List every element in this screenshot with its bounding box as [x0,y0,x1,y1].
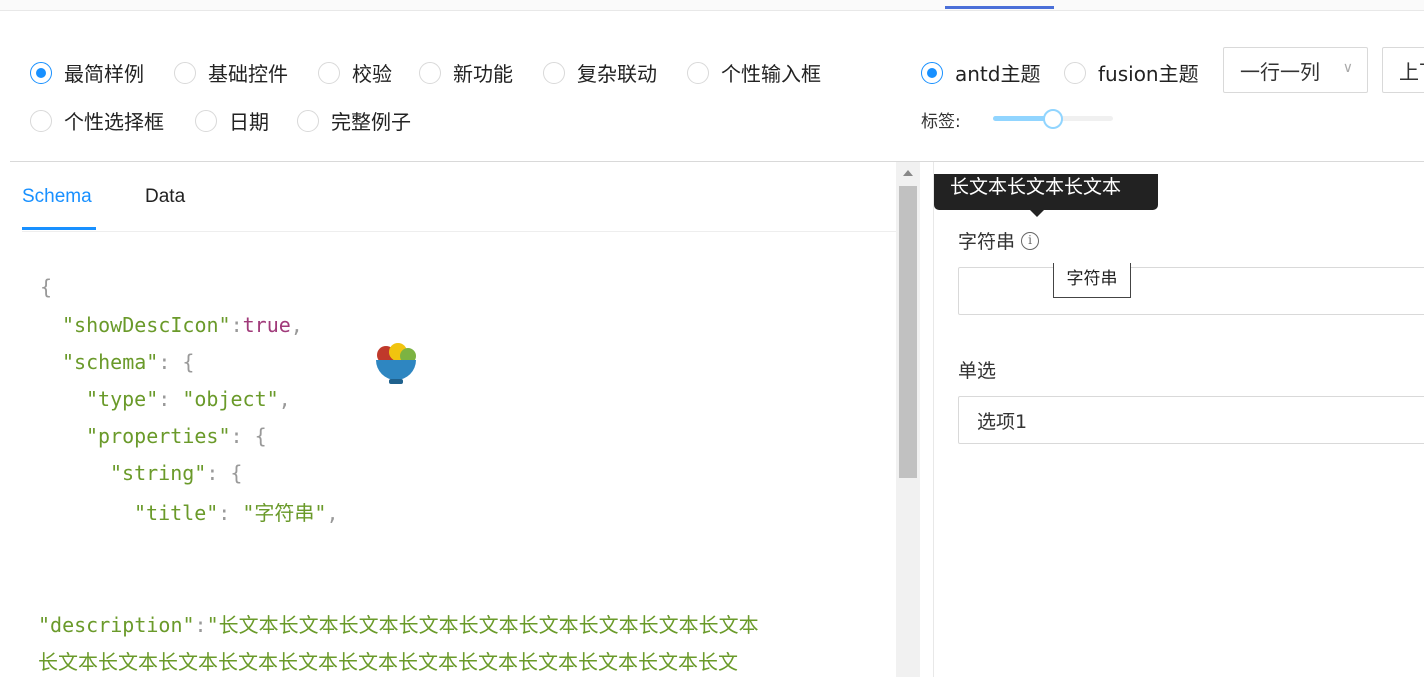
radio-label: 个性输入框 [721,62,821,86]
tooltip-text: 长文本长文本长文本 [950,176,1122,198]
slider-handle[interactable] [1043,109,1063,129]
radio-theme-fusion[interactable]: fusion主题 [1064,58,1199,87]
field-title-tooltip: 字符串 [1053,263,1131,298]
description-tooltip: 长文本长文本长文本 [934,174,1158,217]
code-line: "title": "字符串", [134,501,339,525]
radio-label: 日期 [229,110,269,134]
radio-circle[interactable] [419,61,441,84]
code-line: "type": "object", [86,387,291,411]
active-tab-ink [22,227,96,230]
radio-circle[interactable] [297,109,319,132]
radio-theme-antd[interactable]: antd主题 [921,58,1040,87]
radio-label: 新功能 [453,62,513,86]
radio-label: fusion主题 [1098,62,1199,86]
top-tab-strip [0,0,1424,11]
radio-demo-full-example[interactable]: 完整例子 [297,106,411,135]
code-line: "schema": { [62,350,195,374]
select-value: 上下 [1399,59,1424,84]
code-line: { [40,275,53,299]
single-select[interactable]: 选项1 [958,396,1424,444]
string-field-label: 字符串 i [958,227,1040,254]
radio-circle[interactable] [30,109,52,132]
tab-schema[interactable]: Schema [22,186,92,208]
editor-tabs: Schema Data [22,170,897,232]
radio-circle[interactable] [543,61,565,84]
radio-label: 基础控件 [208,62,288,86]
panel-divider [933,162,934,677]
chevron-down-icon: ∨ [1342,60,1353,76]
radio-circle[interactable] [318,61,340,84]
tab-data[interactable]: Data [145,186,185,208]
code-line: "string": { [110,461,243,485]
radio-label: 复杂联动 [577,62,657,86]
label-width-slider[interactable] [993,109,1113,129]
label-text: 字符串 [958,231,1016,253]
string-input[interactable] [958,267,1424,315]
label-position-select[interactable]: 上下 [1382,47,1424,93]
select-value: 一行一列 [1240,59,1320,84]
info-icon[interactable]: i [1021,231,1040,250]
column-layout-select[interactable]: 一行一列 ∨ [1223,47,1368,93]
radio-circle[interactable] [30,61,52,84]
radio-circle[interactable] [174,61,196,84]
radio-label: 校验 [352,62,392,86]
code-line: "description":"长文本长文本长文本长文本长文本长文本长文本长文本长… [38,613,759,637]
radio-circle[interactable] [195,109,217,132]
scrollbar-thumb[interactable] [899,186,917,478]
label-width-label: 标签: [921,112,961,132]
radio-demo-simplest[interactable]: 最简样例 [30,58,144,87]
radio-demo-date[interactable]: 日期 [195,106,269,135]
label-text: 单选 [958,360,997,382]
radio-demo-new-features[interactable]: 新功能 [419,58,513,87]
radio-demo-basic-controls[interactable]: 基础控件 [174,58,288,87]
tooltip-text: 字符串 [1066,269,1118,289]
code-line: "properties": { [86,424,267,448]
radio-label: antd主题 [955,62,1041,86]
radio-demo-custom-select[interactable]: 个性选择框 [30,106,164,135]
radio-circle[interactable] [921,61,943,84]
radio-circle[interactable] [1064,61,1086,84]
single-select-label: 单选 [958,356,996,383]
radio-circle[interactable] [687,61,709,84]
radio-label: 最简样例 [64,62,144,86]
radio-demo-validation[interactable]: 校验 [318,58,392,87]
schema-code-editor[interactable]: { "showDescIcon":true, "schema": { "type… [0,0,759,674]
code-line: "showDescIcon":true, [62,313,303,337]
fruit-bowl-icon [376,343,416,384]
radio-label: 个性选择框 [64,110,164,134]
header-divider [10,161,1424,162]
scroll-up-arrow-icon[interactable] [903,170,913,176]
radio-demo-complex-linkage[interactable]: 复杂联动 [543,58,657,87]
active-tab-indicator [945,6,1054,9]
radio-label: 完整例子 [331,110,411,134]
radio-demo-custom-input[interactable]: 个性输入框 [687,58,821,87]
editor-scrollbar[interactable] [896,162,920,677]
code-line: 长文本长文本长文本长文本长文本长文本长文本长文本长文本长文本长文本长文 [38,650,738,674]
select-value: 选项1 [977,410,1028,433]
